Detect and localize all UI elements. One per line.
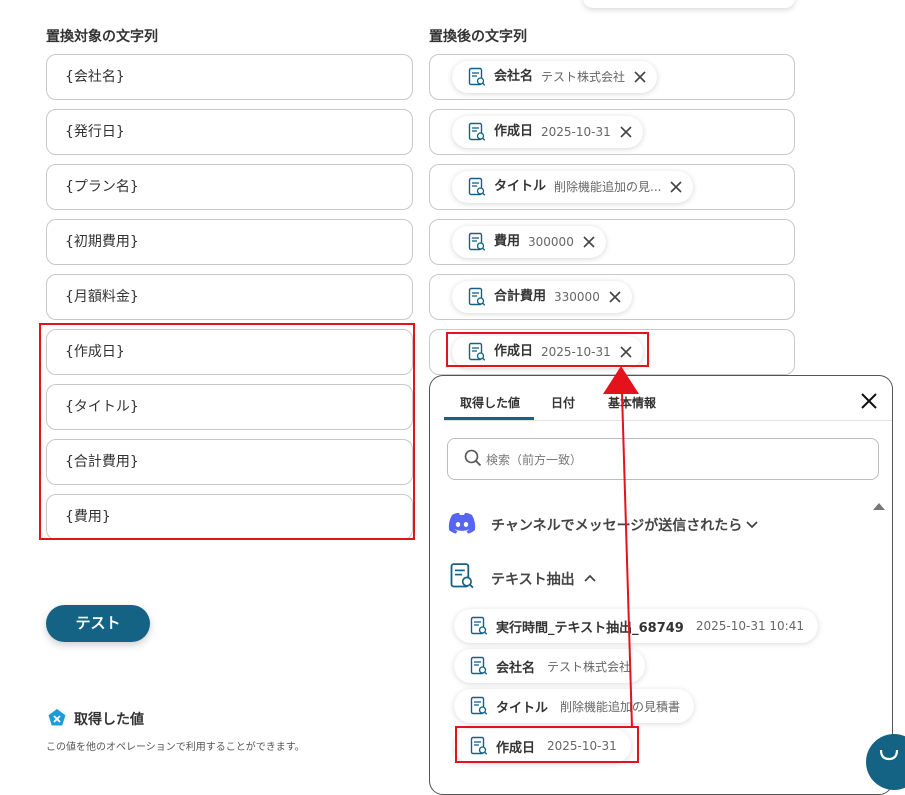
section-discord[interactable]: チャンネルでメッセージが送信されたら (448, 509, 848, 539)
section-discord-label: チャンネルでメッセージが送信されたら (491, 518, 743, 534)
list-item[interactable]: 実行時間_テキスト抽出_68749 2025-10-31 10:41 (454, 609, 818, 643)
target-field-monthly-fee[interactable]: {月額料金} (46, 274, 413, 320)
highlight-box-left (39, 323, 415, 540)
text-extract-icon (468, 67, 486, 86)
text-extract-icon (468, 287, 486, 306)
list-item[interactable]: タイトル 削除機能追加の見積書 (454, 689, 695, 723)
replace-target-header: 置換対象の文字列 (46, 29, 158, 45)
chevron-down-icon (746, 521, 758, 529)
tab-fetched-values[interactable]: 取得した値 (460, 394, 520, 411)
tab-divider (444, 420, 892, 421)
text-extract-icon (470, 656, 488, 675)
top-dropdown-fragment (583, 0, 795, 8)
value-chip[interactable]: 会社名 テスト株式会社 (452, 61, 658, 93)
text-extract-icon (470, 616, 488, 635)
value-chip[interactable]: タイトル 削除機能追加の見... (452, 171, 694, 203)
fetched-description: この値を他のオペレーションで利用することができます。 (46, 742, 305, 753)
fetched-title: 取得した値 (74, 712, 144, 728)
target-field-issue-date[interactable]: {発行日} (46, 109, 413, 155)
section-text-extract[interactable]: テキスト抽出 (448, 562, 848, 592)
close-icon[interactable] (608, 290, 622, 304)
text-extract-icon (468, 177, 486, 196)
target-field-company[interactable]: {会社名} (46, 54, 413, 100)
replace-value-header: 置換後の文字列 (429, 29, 527, 45)
value-chip[interactable]: 費用 300000 (452, 226, 606, 258)
highlight-box-chip (446, 332, 649, 367)
test-button[interactable]: テスト (46, 605, 150, 642)
chevron-up-icon (584, 574, 596, 582)
value-field-1[interactable]: 会社名 テスト株式会社 (429, 54, 795, 100)
close-icon[interactable] (633, 70, 647, 84)
discord-icon (448, 512, 476, 534)
close-icon[interactable] (582, 235, 596, 249)
highlight-box-list-item (455, 726, 639, 763)
list-item[interactable]: 会社名 テスト株式会社 (454, 649, 646, 683)
target-field-initial-cost[interactable]: {初期費用} (46, 219, 413, 265)
fetched-section: 取得した値 この値を他のオペレーションで利用することができます。 (46, 706, 396, 756)
close-icon[interactable] (860, 392, 878, 410)
text-extract-icon (468, 122, 486, 141)
tab-date[interactable]: 日付 (551, 394, 575, 411)
tab-basic-info[interactable]: 基本情報 (608, 394, 656, 411)
close-icon[interactable] (669, 180, 683, 194)
close-icon[interactable] (619, 125, 633, 139)
yoom-logo-icon (48, 709, 66, 726)
value-field-5[interactable]: 合計費用 330000 (429, 274, 795, 320)
search-input[interactable]: 検索（前方一致） (447, 438, 879, 480)
chat-icon (879, 749, 899, 761)
search-placeholder: 検索（前方一致） (486, 453, 583, 467)
section-text-extract-label: テキスト抽出 (491, 572, 575, 588)
scroll-up-icon[interactable] (872, 501, 886, 511)
search-icon (464, 449, 482, 467)
value-field-3[interactable]: タイトル 削除機能追加の見... (429, 164, 795, 210)
value-field-2[interactable]: 作成日 2025-10-31 (429, 109, 795, 155)
text-extract-icon (468, 232, 486, 251)
value-chip[interactable]: 合計費用 330000 (452, 281, 632, 313)
text-extract-icon (450, 563, 474, 589)
value-field-4[interactable]: 費用 300000 (429, 219, 795, 265)
text-extract-icon (470, 696, 488, 715)
target-field-plan-name[interactable]: {プラン名} (46, 164, 413, 210)
value-chip[interactable]: 作成日 2025-10-31 (452, 116, 643, 148)
